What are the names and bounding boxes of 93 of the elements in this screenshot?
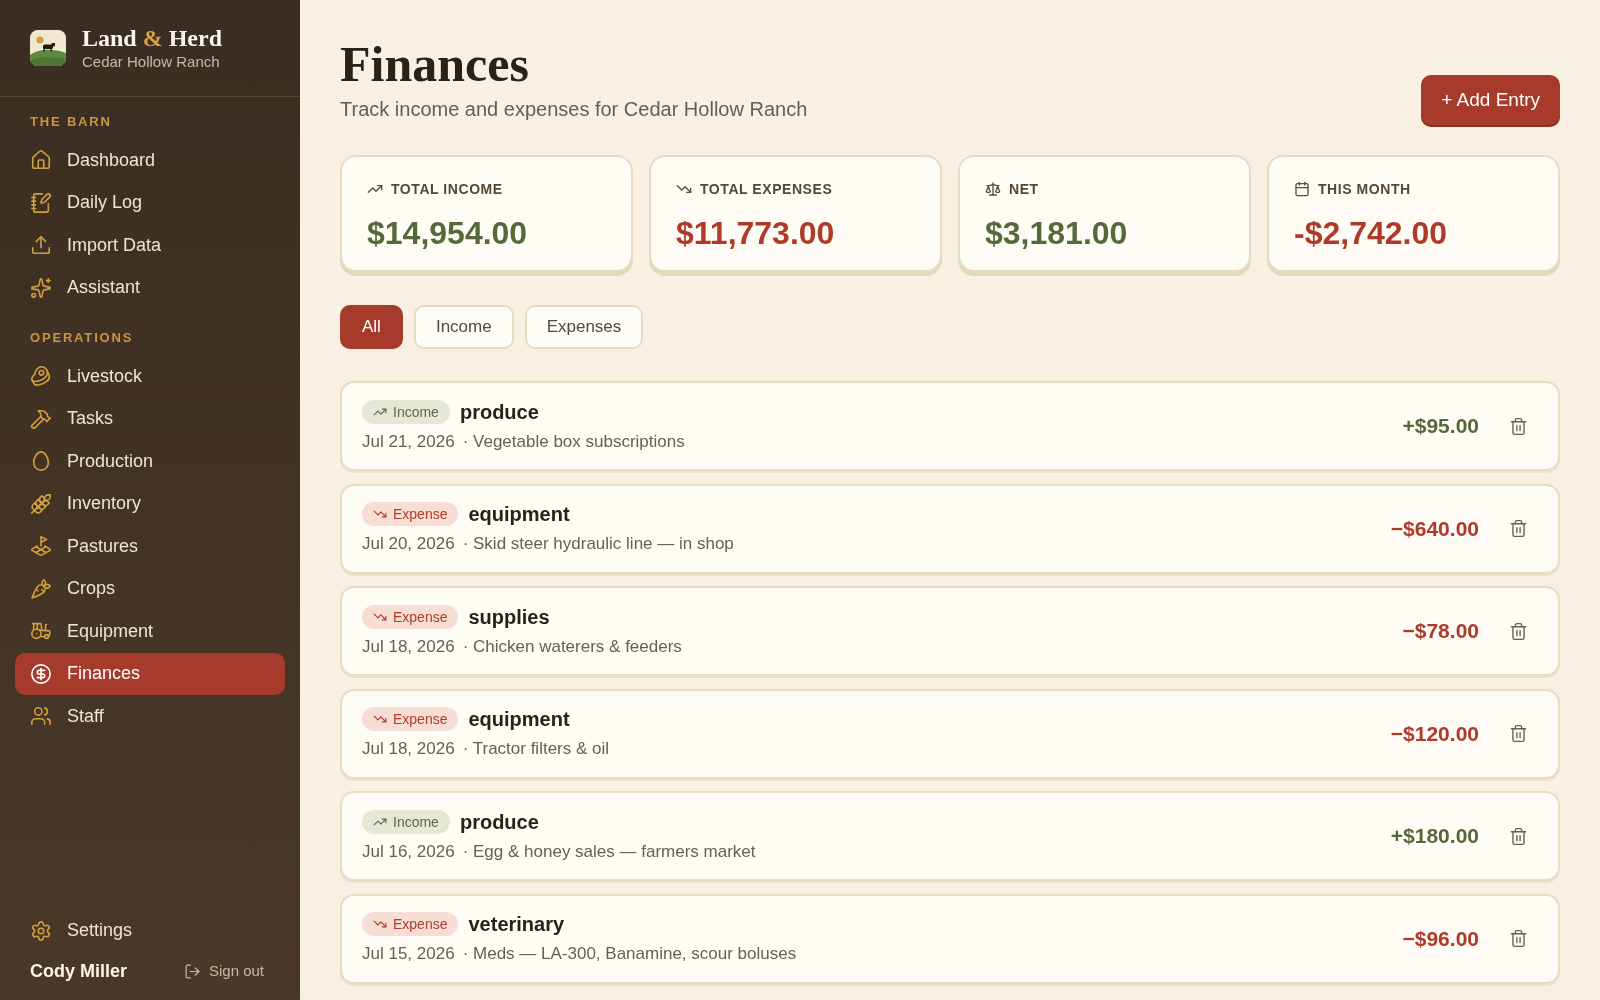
hammer-icon [30, 407, 52, 430]
entry-category: produce [459, 809, 539, 834]
sign-out-link[interactable]: Sign out [183, 959, 264, 983]
type-label: Income [393, 812, 439, 831]
entry-amount: −$120.00 [1390, 720, 1479, 747]
trash-icon [1509, 621, 1528, 641]
nav-item[interactable]: Daily Log [15, 181, 285, 224]
stat-value: -$2,742.00 [1294, 214, 1448, 253]
trash-icon [1509, 416, 1528, 436]
entry-date: Jul 15, 2026 [362, 943, 455, 965]
section-heading: OPERATIONS [29, 330, 135, 346]
settings-link[interactable]: Settings [15, 909, 285, 952]
nav-item[interactable]: Finances [15, 652, 285, 695]
delete-button[interactable] [1509, 724, 1528, 743]
entry-category: veterinary [468, 912, 565, 936]
brand-title: Land & Herd [82, 24, 223, 52]
entry-amount: +$180.00 [1390, 823, 1479, 849]
entry-category: equipment [468, 502, 570, 526]
upload-icon [30, 234, 52, 257]
flag-plot-icon [30, 535, 52, 558]
egg-icon [30, 450, 52, 473]
filter-tab[interactable]: Income [413, 305, 514, 349]
entry-category: equipment [468, 707, 570, 731]
type-label: Expense [393, 505, 448, 523]
users-icon [30, 705, 52, 728]
stat-label: NET [1009, 180, 1039, 199]
nav-item[interactable]: Import Data [15, 224, 285, 267]
page-subtitle: Track income and expenses for Cedar Hollow Ranch [340, 97, 808, 121]
entry-description: · Chicken waterers & feeders [462, 635, 682, 658]
entry-category: supplies [468, 604, 550, 629]
entry-date: Jul 18, 2026 [362, 635, 455, 658]
nav-item[interactable]: Dashboard [15, 139, 285, 182]
dollar-circle-icon [30, 662, 52, 685]
entry-amount: −$78.00 [1402, 618, 1479, 644]
entry-description: · Egg & honey sales — farmers market [462, 840, 756, 863]
house-icon [30, 149, 52, 172]
stat-label: TOTAL INCOME [391, 180, 503, 199]
type-label: Expense [393, 607, 448, 626]
entry-description: · Skid steer hydraulic line — in shop [462, 533, 734, 555]
entry-description: · Meds — LA-300, Banamine, scour boluses [462, 943, 797, 965]
page-title: Finances [340, 36, 530, 92]
logout-icon [183, 962, 201, 980]
entry-description: · Vegetable box subscriptions [462, 430, 685, 453]
entry-date: Jul 18, 2026 [362, 738, 455, 760]
nav-item[interactable]: Pastures [15, 525, 285, 568]
farm-logo-icon [30, 30, 66, 66]
delete-button[interactable] [1509, 519, 1528, 538]
delete-button[interactable] [1509, 929, 1528, 948]
sparkles-icon [30, 276, 52, 299]
entry-amount: +$95.00 [1402, 413, 1479, 439]
stat-label: THIS MONTH [1318, 180, 1411, 199]
filter-tab[interactable]: Expenses [524, 305, 644, 349]
type-label: Income [393, 402, 439, 421]
scale-icon [985, 181, 1001, 197]
entry-amount: −$96.00 [1402, 925, 1479, 952]
settings-icon [30, 919, 52, 942]
steak-icon [30, 365, 52, 388]
stat-value: $11,773.00 [676, 214, 836, 253]
trash-icon [1509, 519, 1528, 538]
delete-button[interactable] [1509, 621, 1528, 641]
nav-item[interactable]: Assistant [15, 266, 285, 309]
notebook-pen-icon [30, 191, 52, 214]
entry-amount: −$640.00 [1390, 515, 1479, 542]
nav-item[interactable]: Staff [15, 695, 285, 738]
filter-tab[interactable]: All [340, 305, 403, 349]
trash-icon [1509, 724, 1528, 743]
trash-icon [1509, 826, 1528, 846]
section-heading: THE BARN [29, 114, 113, 130]
stat-value: $3,181.00 [985, 214, 1129, 253]
delete-button[interactable] [1509, 826, 1528, 846]
entry-category: produce [459, 399, 539, 424]
stat-label: TOTAL EXPENSES [700, 180, 833, 199]
entry-date: Jul 20, 2026 [362, 533, 455, 555]
type-label: Expense [393, 915, 448, 933]
entry-date: Jul 21, 2026 [362, 430, 455, 453]
trash-icon [1509, 929, 1528, 948]
wheat-icon [30, 492, 52, 515]
delete-button[interactable] [1509, 416, 1528, 436]
brand-subtitle: Cedar Hollow Ranch [82, 52, 221, 72]
nav-item[interactable]: Tasks [15, 397, 285, 440]
stat-value: $14,954.00 [367, 214, 529, 253]
user-name: Cody Miller [30, 960, 127, 983]
entry-description: · Tractor filters & oil [462, 738, 610, 760]
nav-item[interactable]: Crops [15, 567, 285, 610]
type-label: Expense [393, 710, 448, 728]
nav-item[interactable]: Inventory [15, 482, 285, 525]
calendar-icon [1294, 181, 1310, 197]
nav-item[interactable]: Livestock [15, 355, 285, 398]
nav-item[interactable]: Production [15, 440, 285, 483]
carrot-icon [30, 577, 52, 600]
nav-item[interactable]: Equipment [15, 610, 285, 653]
add-entry-button[interactable]: + Add Entry [1421, 75, 1560, 125]
entry-date: Jul 16, 2026 [362, 840, 455, 863]
